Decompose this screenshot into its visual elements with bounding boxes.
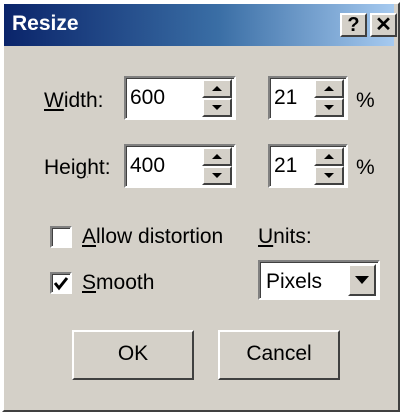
units-selected-value: Pixels [266,270,323,293]
smooth-checkbox[interactable] [50,272,72,294]
triangle-down-icon [212,105,222,110]
triangle-up-icon [212,86,222,91]
allow-distortion-label[interactable]: Allow distortion [82,225,223,249]
units-select[interactable]: Pixels [258,260,380,300]
height-spin-down-button[interactable] [202,166,232,185]
height-spin-up-button[interactable] [202,147,232,166]
title-bar: Resize ? ✕ [4,4,397,46]
ok-button[interactable]: OK [72,330,194,380]
width-value: 600 [130,86,166,109]
checkmark-icon [53,277,69,291]
units-dropdown-button[interactable] [348,264,376,296]
triangle-down-icon [212,173,222,178]
width-percent-value: 21 [274,86,298,109]
triangle-down-icon [324,173,334,178]
triangle-down-icon [355,276,369,284]
width-percent-symbol: % [356,89,375,112]
resize-dialog [2,2,400,412]
width-percent-spin-down-button[interactable] [314,98,344,117]
triangle-up-icon [324,86,334,91]
height-percent-input[interactable]: 21 [268,144,348,188]
width-input[interactable]: 600 [124,76,236,120]
width-percent-spinner[interactable] [314,79,344,117]
triangle-up-icon [212,154,222,159]
height-percent-spinner[interactable] [314,147,344,185]
height-spinner[interactable] [202,147,232,185]
height-input[interactable]: 400 [124,144,236,188]
units-label: Units: [258,225,312,248]
triangle-down-icon [324,105,334,110]
allow-distortion-checkbox[interactable] [50,226,72,248]
width-label: Width: [44,89,104,112]
height-value: 400 [130,154,166,177]
height-label: Height: [44,156,111,179]
height-percent-spin-down-button[interactable] [314,166,344,185]
help-button[interactable]: ? [340,13,367,37]
height-percent-value: 21 [274,154,298,177]
width-spin-up-button[interactable] [202,79,232,98]
smooth-label[interactable]: Smooth [82,271,154,295]
width-spin-down-button[interactable] [202,98,232,117]
width-percent-input[interactable]: 21 [268,76,348,120]
triangle-up-icon [324,154,334,159]
height-percent-spin-up-button[interactable] [314,147,344,166]
width-spinner[interactable] [202,79,232,117]
height-percent-symbol: % [356,156,375,179]
dialog-title: Resize [12,12,79,35]
width-percent-spin-up-button[interactable] [314,79,344,98]
close-button[interactable]: ✕ [370,13,397,37]
cancel-button[interactable]: Cancel [218,330,340,380]
